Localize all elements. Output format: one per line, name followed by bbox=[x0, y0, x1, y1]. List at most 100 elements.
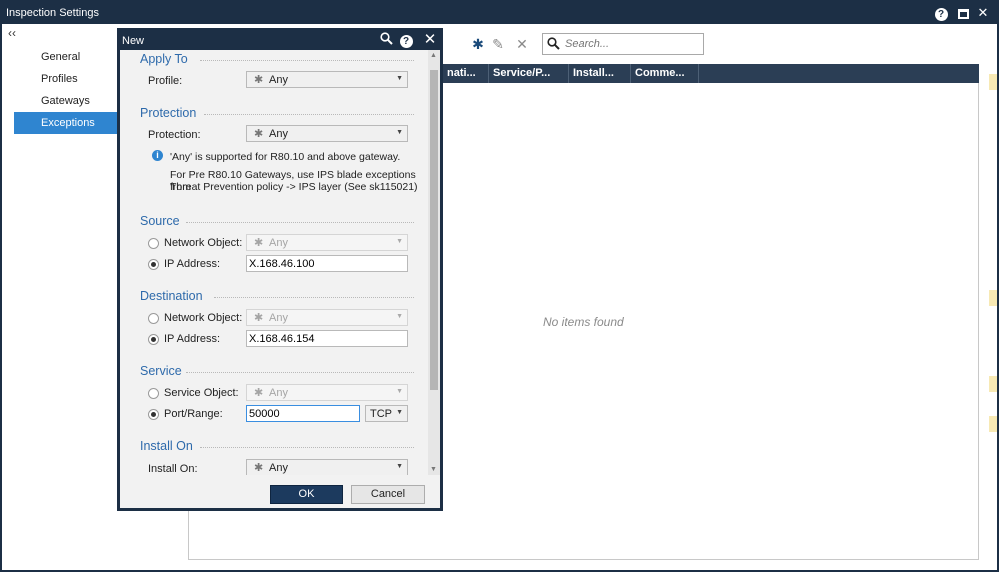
protocol-value: TCP bbox=[370, 408, 392, 420]
info-note-line-3: Threat Prevention policy -> IPS layer (S… bbox=[170, 181, 418, 193]
source-network-object-radio[interactable] bbox=[148, 238, 159, 249]
port-range-input[interactable] bbox=[246, 405, 360, 422]
dialog-scrollbar[interactable]: ▲ ▼ bbox=[428, 50, 440, 475]
protection-dropdown[interactable]: ✱ Any ▼ bbox=[246, 125, 408, 142]
section-heading-protection: Protection bbox=[140, 106, 197, 120]
source-ip-input[interactable] bbox=[246, 255, 408, 272]
maximize-button[interactable] bbox=[955, 5, 971, 21]
nav-item-general[interactable]: General bbox=[14, 46, 122, 68]
window-title: Inspection Settings bbox=[6, 7, 99, 19]
install-on-label: Install On: bbox=[148, 463, 198, 475]
help-button[interactable]: ? bbox=[933, 5, 949, 21]
search-box[interactable] bbox=[542, 33, 704, 55]
source-network-object-dropdown[interactable]: ✱ Any ▼ bbox=[246, 234, 408, 251]
new-exception-dialog: New ? ✕ Apply To Profile: ✱ Any ▼ Protec… bbox=[117, 28, 443, 511]
close-window-button[interactable]: ✕ bbox=[975, 5, 991, 21]
section-divider bbox=[186, 222, 414, 223]
source-network-object-label: Network Object: bbox=[164, 237, 243, 249]
scroll-up-icon[interactable]: ▲ bbox=[430, 52, 437, 59]
destination-network-object-dropdown[interactable]: ✱ Any ▼ bbox=[246, 309, 408, 326]
profile-value: Any bbox=[269, 74, 288, 86]
protection-value: Any bbox=[269, 128, 288, 140]
destination-ip-radio[interactable] bbox=[148, 334, 159, 345]
help-icon: ? bbox=[934, 8, 948, 21]
chevron-down-icon: ▼ bbox=[396, 129, 403, 136]
cancel-button[interactable]: Cancel bbox=[351, 485, 425, 504]
left-nav: General Profiles Gateways Exceptions bbox=[14, 46, 122, 134]
background-highlight bbox=[989, 376, 997, 392]
section-divider bbox=[204, 114, 414, 115]
source-ip-label: IP Address: bbox=[164, 258, 221, 270]
edit-icon[interactable]: ✎ bbox=[488, 34, 508, 54]
destination-ip-label: IP Address: bbox=[164, 333, 221, 345]
delete-icon[interactable]: ✕ bbox=[512, 34, 532, 54]
scrollbar-thumb[interactable] bbox=[430, 70, 438, 390]
section-divider bbox=[186, 372, 414, 373]
chevron-down-icon: ▼ bbox=[396, 388, 403, 395]
any-icon: ✱ bbox=[254, 128, 264, 140]
section-heading-install-on: Install On bbox=[140, 439, 193, 453]
ok-button[interactable]: OK bbox=[270, 485, 343, 504]
install-on-dropdown[interactable]: ✱ Any ▼ bbox=[246, 459, 408, 475]
destination-network-object-label: Network Object: bbox=[164, 312, 243, 324]
port-range-radio[interactable] bbox=[148, 409, 159, 420]
chevron-down-icon: ▼ bbox=[396, 313, 403, 320]
column-header-service[interactable]: Service/P... bbox=[489, 64, 569, 83]
info-note-line-1: 'Any' is supported for R80.10 and above … bbox=[170, 151, 401, 163]
window-titlebar: Inspection Settings ? ✕ bbox=[2, 2, 997, 24]
background-highlight bbox=[989, 74, 997, 90]
source-ip-radio[interactable] bbox=[148, 259, 159, 270]
nav-item-exceptions[interactable]: Exceptions bbox=[14, 112, 122, 134]
section-divider bbox=[214, 297, 414, 298]
any-icon: ✱ bbox=[254, 237, 264, 249]
any-icon: ✱ bbox=[254, 74, 264, 86]
chevron-down-icon: ▼ bbox=[396, 463, 403, 470]
nav-item-gateways[interactable]: Gateways bbox=[14, 90, 122, 112]
dialog-search-button[interactable] bbox=[378, 32, 394, 48]
install-on-value: Any bbox=[269, 462, 288, 474]
port-range-label: Port/Range: bbox=[164, 408, 223, 420]
dialog-form: Apply To Profile: ✱ Any ▼ Protection Pro… bbox=[120, 50, 428, 475]
section-heading-service: Service bbox=[140, 364, 182, 378]
chevron-down-icon: ▼ bbox=[396, 238, 403, 245]
destination-network-object-value: Any bbox=[269, 312, 288, 324]
dialog-titlebar: New ? ✕ bbox=[120, 31, 440, 50]
column-header-comments[interactable]: Comme... bbox=[631, 64, 699, 83]
section-heading-destination: Destination bbox=[140, 289, 203, 303]
column-header-install-on[interactable]: Install... bbox=[569, 64, 631, 83]
grid-header: nati... Service/P... Install... Comme... bbox=[443, 64, 979, 83]
dialog-close-button[interactable]: ✕ bbox=[422, 32, 438, 48]
add-icon[interactable]: ✱ bbox=[468, 34, 488, 54]
section-divider bbox=[200, 447, 414, 448]
any-icon: ✱ bbox=[254, 462, 264, 474]
service-object-radio[interactable] bbox=[148, 388, 159, 399]
search-icon bbox=[379, 32, 393, 45]
search-input[interactable] bbox=[565, 36, 699, 52]
scroll-down-icon[interactable]: ▼ bbox=[430, 466, 437, 473]
destination-ip-input[interactable] bbox=[246, 330, 408, 347]
service-object-dropdown[interactable]: ✱ Any ▼ bbox=[246, 384, 408, 401]
help-icon: ? bbox=[399, 35, 413, 48]
nav-item-profiles[interactable]: Profiles bbox=[14, 68, 122, 90]
info-icon: i bbox=[152, 150, 163, 161]
destination-network-object-radio[interactable] bbox=[148, 313, 159, 324]
source-network-object-value: Any bbox=[269, 237, 288, 249]
profile-label: Profile: bbox=[148, 75, 183, 87]
background-highlight bbox=[989, 416, 997, 432]
any-icon: ✱ bbox=[254, 312, 264, 324]
section-heading-apply-to: Apply To bbox=[140, 52, 188, 66]
search-icon bbox=[547, 37, 560, 50]
chevron-down-icon: ▼ bbox=[396, 409, 403, 416]
section-divider bbox=[200, 60, 414, 61]
maximize-icon bbox=[957, 8, 969, 19]
column-header-destination[interactable]: nati... bbox=[443, 64, 489, 83]
background-highlight bbox=[989, 290, 997, 306]
collapse-nav-icon[interactable]: ‹‹ bbox=[8, 26, 16, 40]
dialog-title: New bbox=[122, 35, 145, 47]
profile-dropdown[interactable]: ✱ Any ▼ bbox=[246, 71, 408, 88]
service-object-label: Service Object: bbox=[164, 387, 239, 399]
dialog-help-button[interactable]: ? bbox=[398, 32, 414, 48]
protection-label: Protection: bbox=[148, 129, 201, 141]
protocol-dropdown[interactable]: TCP ▼ bbox=[365, 405, 408, 422]
chevron-down-icon: ▼ bbox=[396, 75, 403, 82]
